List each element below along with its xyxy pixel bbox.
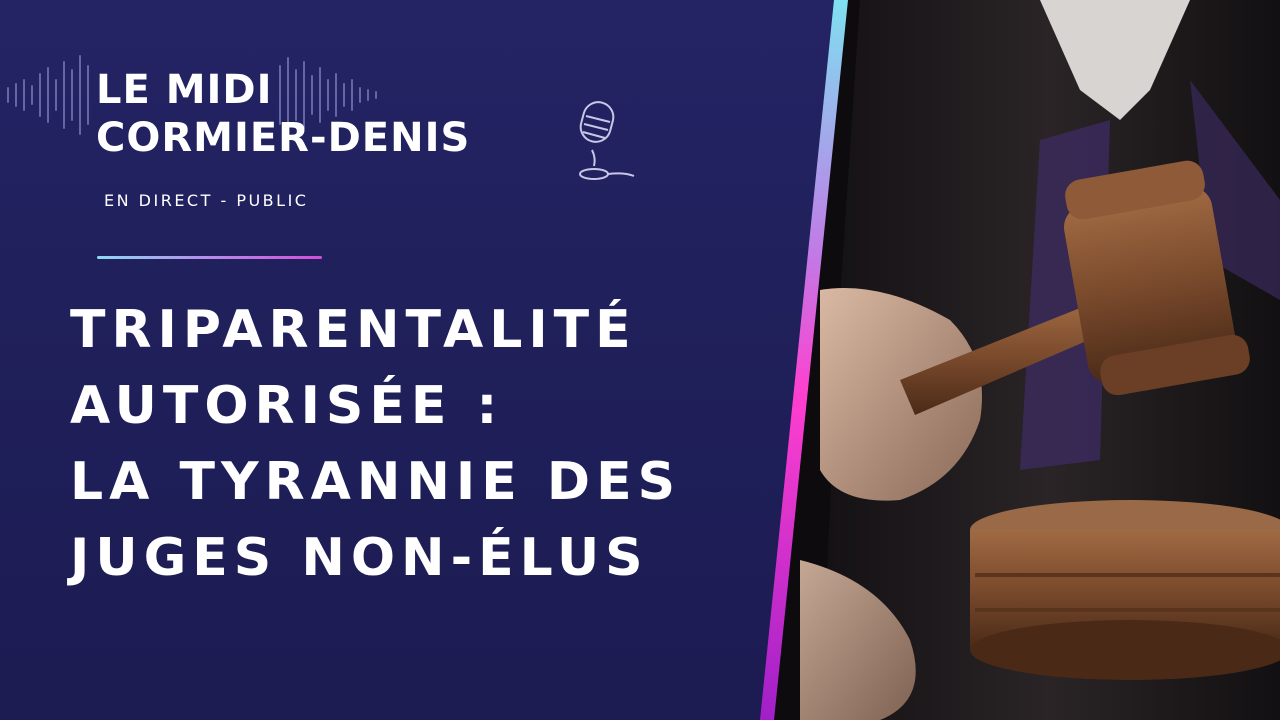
headline-line-1: TRIPARENTALITÉ bbox=[70, 300, 637, 360]
headline: TRIPARENTALITÉ AUTORISÉE : LA TYRANNIE D… bbox=[70, 292, 760, 596]
divider-line bbox=[97, 256, 322, 259]
show-title-line-2: CORMIER-DENIS bbox=[96, 115, 471, 161]
microphone-icon bbox=[579, 101, 635, 180]
headline-line-3: LA TYRANNIE DES bbox=[70, 452, 682, 512]
show-title: LE MIDI CORMIER-DENIS bbox=[96, 66, 470, 162]
headline-line-4: JUGES NON-ÉLUS bbox=[70, 528, 649, 588]
thumbnail: LE MIDI CORMIER-DENIS EN DIRECT - PUBLIC… bbox=[0, 0, 1280, 720]
show-subtitle: EN DIRECT - PUBLIC bbox=[104, 191, 309, 210]
headline-line-2: AUTORISÉE : bbox=[70, 376, 504, 436]
show-title-line-1: LE MIDI bbox=[96, 67, 273, 113]
